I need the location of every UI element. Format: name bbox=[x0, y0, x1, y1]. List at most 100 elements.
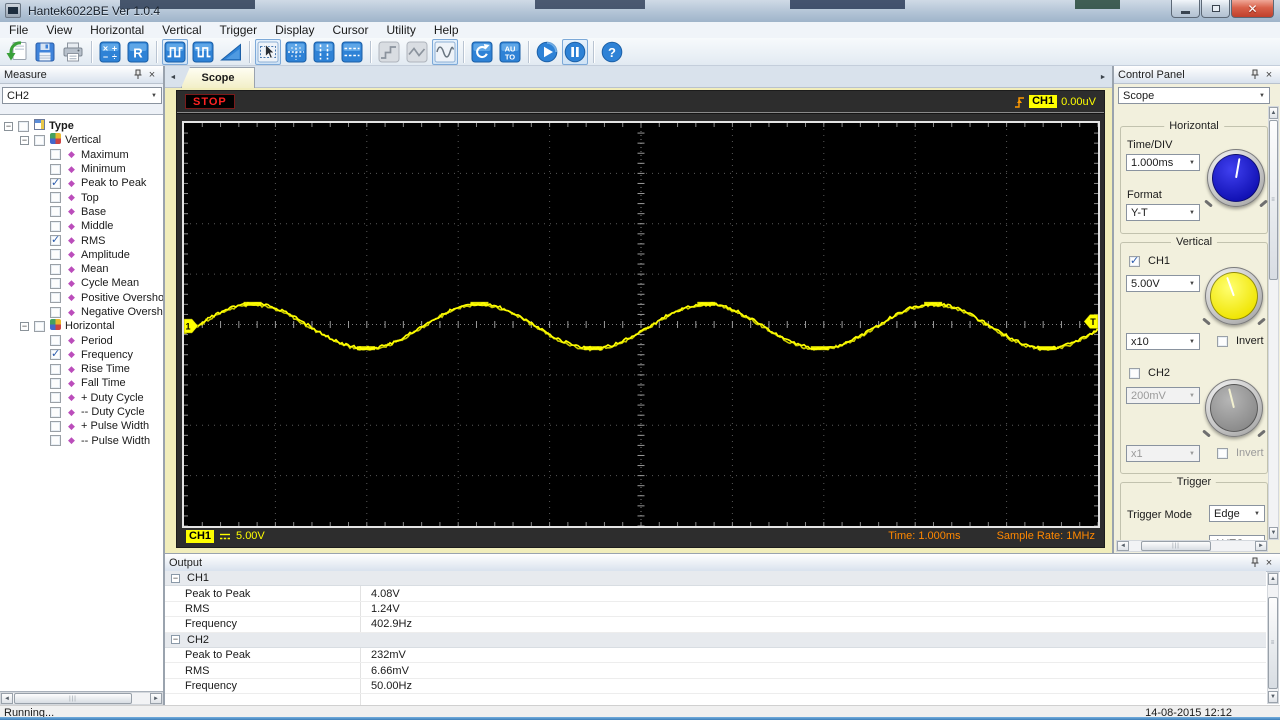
tree-item-duty-cycle[interactable]: ◆ -- Duty Cycle bbox=[0, 405, 163, 419]
square-wave-button[interactable] bbox=[162, 38, 188, 65]
open-button[interactable] bbox=[4, 39, 30, 65]
tree-item-positive-overshoot[interactable]: ◆ Positive Overshoot bbox=[0, 291, 163, 305]
tree-item-pulse-width[interactable]: ◆ + Pulse Width bbox=[0, 419, 163, 433]
tree-item-rise-time[interactable]: ◆ Rise Time bbox=[0, 362, 163, 376]
help-button[interactable]: ? bbox=[599, 39, 625, 65]
checkbox-top[interactable] bbox=[50, 192, 61, 204]
tree-item-cycle-mean[interactable]: ◆ Cycle Mean bbox=[0, 276, 163, 290]
time-div-select[interactable]: 1.000ms ▼ bbox=[1126, 154, 1200, 171]
cursor-select-button[interactable] bbox=[255, 38, 281, 65]
checkbox-peak-to-peak[interactable] bbox=[50, 176, 61, 189]
tree-item-pulse-width[interactable]: ◆ -- Pulse Width bbox=[0, 434, 163, 448]
tree-item-duty-cycle[interactable]: ◆ + Duty Cycle bbox=[0, 391, 163, 405]
pin-icon[interactable] bbox=[1248, 556, 1262, 570]
pin-icon[interactable] bbox=[1248, 68, 1262, 82]
checkbox-mean[interactable] bbox=[50, 263, 61, 275]
menu-help[interactable]: Help bbox=[425, 22, 468, 38]
collapse-icon[interactable]: − bbox=[171, 635, 180, 645]
tree-item-minimum[interactable]: ◆ Minimum bbox=[0, 162, 163, 176]
checkbox-period[interactable] bbox=[50, 335, 61, 347]
checkbox-positive-overshoot[interactable] bbox=[50, 292, 61, 304]
checkbox-middle[interactable] bbox=[50, 220, 61, 232]
tree-item-type[interactable]: − Type bbox=[0, 119, 163, 133]
ch2-checkbox[interactable] bbox=[1129, 367, 1140, 379]
trigger-level-marker[interactable]: T bbox=[1083, 314, 1099, 329]
auto-set-button[interactable]: AU TO bbox=[497, 39, 523, 65]
ch2-enable[interactable]: CH2 bbox=[1129, 367, 1170, 379]
checkbox-amplitude[interactable] bbox=[50, 249, 61, 261]
checkbox-frequency[interactable] bbox=[50, 347, 61, 361]
control-panel-vscrollbar[interactable]: ▲ ≡ ▼ bbox=[1268, 106, 1279, 540]
menu-view[interactable]: View bbox=[37, 22, 81, 38]
measure-hscrollbar[interactable]: ◄ ||| ► bbox=[0, 692, 163, 705]
trigger-mode-select[interactable]: Edge ▼ bbox=[1209, 505, 1265, 522]
close-button[interactable]: ✕ bbox=[1231, 0, 1274, 18]
scrollbar-thumb[interactable]: ||| bbox=[14, 693, 132, 704]
collapse-icon[interactable]: − bbox=[20, 321, 29, 331]
restore-button[interactable] bbox=[1201, 0, 1230, 18]
tree-item-negative-overshoot[interactable]: ◆ Negative Overshoot bbox=[0, 305, 163, 319]
ch1-position-knob[interactable] bbox=[1202, 267, 1266, 326]
close-panel-icon[interactable]: × bbox=[1262, 68, 1276, 82]
checkbox-rise-time[interactable] bbox=[50, 363, 61, 375]
pulse-wave-button[interactable] bbox=[190, 39, 216, 65]
menu-file[interactable]: File bbox=[0, 22, 37, 38]
checkbox-duty-cycle[interactable] bbox=[50, 406, 61, 418]
pause-button[interactable] bbox=[562, 38, 588, 65]
tree-item-base[interactable]: ◆ Base bbox=[0, 205, 163, 219]
tree-item-amplitude[interactable]: ◆ Amplitude bbox=[0, 248, 163, 262]
ramp-button[interactable] bbox=[218, 39, 244, 65]
vertical-cursor-button[interactable] bbox=[311, 39, 337, 65]
checkbox-cycle-mean[interactable] bbox=[50, 277, 61, 289]
tab-scroll-right-icon[interactable]: ► bbox=[1097, 71, 1109, 84]
output-vscrollbar[interactable]: ▲ ≡ ▼ bbox=[1267, 572, 1279, 704]
tree-item-rms[interactable]: ◆ RMS bbox=[0, 233, 163, 247]
menu-horizontal[interactable]: Horizontal bbox=[81, 22, 153, 38]
print-button[interactable] bbox=[60, 39, 86, 65]
scroll-left-icon[interactable]: ◄ bbox=[1, 693, 13, 704]
scrollbar-thumb[interactable]: ||| bbox=[1141, 541, 1211, 551]
start-button[interactable] bbox=[534, 39, 560, 65]
scroll-left-icon[interactable]: ◄ bbox=[1117, 541, 1129, 551]
scroll-down-icon[interactable]: ▼ bbox=[1268, 691, 1278, 703]
horizontal-cursor-button[interactable] bbox=[339, 39, 365, 65]
tree-item-maximum[interactable]: ◆ Maximum bbox=[0, 148, 163, 162]
control-panel-mode-select[interactable]: Scope ▼ bbox=[1118, 87, 1270, 104]
minimize-button[interactable] bbox=[1171, 0, 1200, 18]
tree-item-mean[interactable]: ◆ Mean bbox=[0, 262, 163, 276]
scroll-up-icon[interactable]: ▲ bbox=[1269, 107, 1278, 119]
checkbox-pulse-width[interactable] bbox=[50, 435, 61, 447]
scrollbar-thumb[interactable]: ≡ bbox=[1269, 120, 1278, 280]
menu-trigger[interactable]: Trigger bbox=[211, 22, 267, 38]
ch1-invert-checkbox[interactable] bbox=[1217, 335, 1228, 347]
checkbox-minimum[interactable] bbox=[50, 163, 61, 175]
collapse-icon[interactable]: − bbox=[4, 121, 13, 131]
checkbox-type[interactable] bbox=[18, 120, 29, 132]
reference-button[interactable]: R bbox=[125, 39, 151, 65]
checkbox-pulse-width[interactable] bbox=[50, 420, 61, 432]
close-panel-icon[interactable]: × bbox=[1262, 556, 1276, 570]
menu-vertical[interactable]: Vertical bbox=[153, 22, 210, 38]
ch1-invert[interactable]: Invert bbox=[1217, 335, 1264, 347]
tree-item-peak-to-peak[interactable]: ◆ Peak to Peak bbox=[0, 176, 163, 190]
checkbox-horizontal[interactable] bbox=[34, 320, 45, 332]
time-div-knob[interactable] bbox=[1204, 149, 1268, 208]
scroll-right-icon[interactable]: ► bbox=[1255, 541, 1267, 551]
tab-scroll-left-icon[interactable]: ◄ bbox=[167, 71, 179, 84]
control-panel-hscrollbar[interactable]: ◄ ||| ► bbox=[1116, 540, 1268, 552]
ch1-position-marker[interactable]: 1 bbox=[183, 318, 199, 334]
refresh-button[interactable] bbox=[469, 39, 495, 65]
grid-cursor-button[interactable] bbox=[283, 39, 309, 65]
ch1-checkbox[interactable] bbox=[1129, 254, 1140, 267]
tree-item-vertical[interactable]: − Vertical bbox=[0, 133, 163, 147]
close-panel-icon[interactable]: × bbox=[145, 68, 159, 82]
tab-scope[interactable]: Scope bbox=[181, 67, 255, 88]
ch1-scale-select[interactable]: 5.00V ▼ bbox=[1126, 275, 1200, 292]
collapse-icon[interactable]: − bbox=[171, 573, 180, 583]
sine-interpolation-button[interactable] bbox=[432, 38, 458, 65]
save-button[interactable] bbox=[32, 39, 58, 65]
checkbox-fall-time[interactable] bbox=[50, 377, 61, 389]
menu-utility[interactable]: Utility bbox=[377, 22, 424, 38]
tree-item-middle[interactable]: ◆ Middle bbox=[0, 219, 163, 233]
checkbox-negative-overshoot[interactable] bbox=[50, 306, 61, 318]
